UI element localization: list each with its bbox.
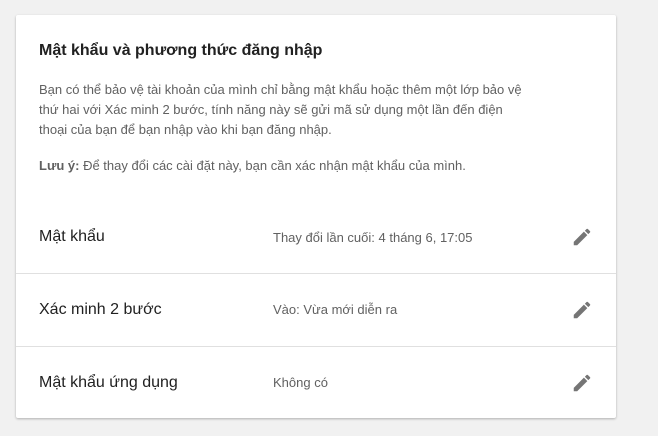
row-value-app-passwords: Không có (273, 375, 328, 390)
note-text: Để thay đổi các cài đặt này, bạn cần xác… (79, 158, 466, 173)
card-title: Mật khẩu và phương thức đăng nhập (39, 42, 323, 59)
edit-password-button[interactable] (570, 225, 594, 249)
row-app-passwords[interactable]: Mật khẩu ứng dụng Không có (16, 346, 616, 418)
row-label-app-passwords: Mật khẩu ứng dụng (39, 373, 178, 391)
row-label-2-step: Xác minh 2 bước (39, 300, 162, 318)
edit-pencil-icon (573, 301, 591, 318)
note-label: Lưu ý: (39, 158, 80, 173)
row-label-password: Mật khẩu (39, 228, 105, 245)
row-password[interactable]: Mật khẩu Thay đổi lần cuối: 4 tháng 6, 1… (16, 201, 616, 273)
edit-app-passwords-button[interactable] (570, 371, 594, 395)
card-description: Bạn có thể bảo vệ tài khoản của mình chỉ… (39, 82, 522, 137)
row-2-step-verification[interactable]: Xác minh 2 bước Vào: Vừa mới diễn ra (16, 273, 616, 345)
row-value-2-step: Vào: Vừa mới diễn ra (273, 302, 398, 317)
signin-methods-card: Mật khẩu và phương thức đăng nhập Bạn có… (16, 15, 616, 418)
card-header: Mật khẩu và phương thức đăng nhập Bạn có… (16, 15, 616, 199)
card-note: Lưu ý: Để thay đổi các cài đặt này, bạn … (39, 156, 593, 176)
edit-pencil-icon (573, 374, 591, 391)
row-value-password: Thay đổi lần cuối: 4 tháng 6, 17:05 (273, 229, 473, 245)
edit-pencil-icon (573, 228, 591, 246)
edit-2-step-button[interactable] (570, 298, 594, 322)
